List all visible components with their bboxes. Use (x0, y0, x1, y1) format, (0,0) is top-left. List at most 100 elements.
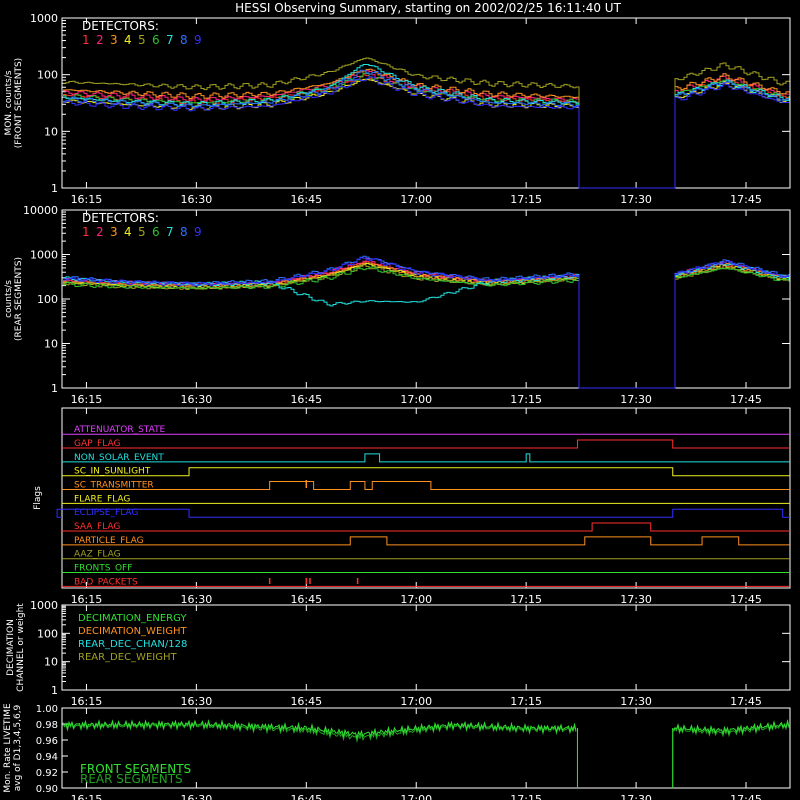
legend-item-7: 7 (166, 225, 174, 239)
legend-item-1: 1 (82, 33, 90, 47)
legend-item-1: 1 (82, 225, 90, 239)
x-tick-label: 17:30 (620, 793, 652, 800)
y-tick-label: 1 (51, 684, 58, 697)
decimation-legend-item: DECIMATION_ENERGY (78, 613, 187, 624)
front-panel-series-7 (63, 64, 790, 189)
x-tick-label: 17:15 (510, 393, 542, 406)
x-tick-label: 16:45 (290, 793, 322, 800)
y-axis-label: avg of D1,3,4,5,6,9 (13, 704, 23, 791)
flag-line (62, 453, 790, 463)
x-tick-label: 17:15 (510, 193, 542, 206)
x-tick-label: 17:30 (620, 393, 652, 406)
x-tick-label: 16:45 (290, 593, 322, 606)
legend-item-6: 6 (152, 225, 160, 239)
legend-title: DETECTORS: (82, 19, 159, 33)
x-tick-label: 17:00 (400, 393, 432, 406)
livetime-tick-label: 0.98 (36, 720, 58, 731)
y-tick-label: 100 (37, 69, 58, 82)
legend-item-5: 5 (138, 225, 146, 239)
rear-panel-series-1 (63, 261, 790, 389)
flag-line (62, 536, 790, 546)
x-tick-label: 17:15 (510, 695, 542, 708)
decimation-ylabel: DECIMATION CHANNEL or weight (6, 603, 26, 692)
legend-item-3: 3 (110, 33, 118, 47)
front-panel-series-5 (63, 57, 790, 189)
plot-layer: 16:15 16:30 16:45 17:00 17:15 17:30 17:4511010… (3, 12, 791, 800)
rear-panel-ylabel: counts/s (REAR SEGMENTS) (4, 257, 24, 341)
x-tick-label: 17:00 (400, 593, 432, 606)
flag-label: PARTICLE_FLAG (74, 536, 144, 546)
livetime-legend-item: REAR SEGMENTS (80, 772, 183, 786)
decimation-legend-item: REAR_DEC_CHAN/128 (78, 639, 187, 650)
y-tick-label: 10000 (23, 204, 58, 217)
x-tick-label: 16:45 (290, 393, 322, 406)
y-tick-label: 10 (44, 125, 58, 138)
y-axis-label: Flags (33, 486, 43, 510)
legend-item-5: 5 (138, 33, 146, 47)
y-tick-label: 1000 (30, 12, 58, 25)
x-tick-label: 17:30 (620, 593, 652, 606)
x-tick-label: 16:30 (181, 695, 213, 708)
y-axis-label: DECIMATION (6, 619, 16, 676)
x-tick-label: 17:45 (730, 393, 762, 406)
legend-title: DETECTORS: (82, 211, 159, 225)
x-tick-label: 17:30 (620, 695, 652, 708)
y-axis-label: CHANNEL or weight (16, 603, 26, 692)
flag-line (62, 522, 790, 532)
x-tick-label: 17:45 (730, 695, 762, 708)
y-tick-label: 10 (44, 338, 58, 351)
y-tick-label: 1000 (30, 249, 58, 262)
x-tick-label: 16:15 (71, 593, 103, 606)
x-tick-label: 17:00 (400, 193, 432, 206)
legend-item-9: 9 (194, 225, 202, 239)
livetime-tick-label: 0.94 (36, 752, 58, 763)
x-tick-label: 16:15 (71, 695, 103, 708)
flag-label: FRONTS_OFF (74, 564, 132, 574)
x-tick-label: 17:45 (730, 193, 762, 206)
x-tick-label: 17:15 (510, 593, 542, 606)
livetime-tick-label: 0.96 (36, 736, 58, 747)
livetime-ylabel: Mon. Rate LIVETIME avg of D1,3,4,5,6,9 (3, 703, 23, 793)
legend-item-2: 2 (96, 225, 104, 239)
x-tick-label: 16:15 (71, 393, 103, 406)
x-tick-label: 16:30 (181, 193, 213, 206)
flags-ylabel: Flags (33, 486, 43, 510)
y-tick-label: 10 (44, 656, 58, 669)
x-tick-label: 17:45 (730, 593, 762, 606)
legend-item-9: 9 (194, 33, 202, 47)
legend-item-3: 3 (110, 225, 118, 239)
flag-line (56, 508, 790, 518)
flag-label: AAZ_FLAG (74, 550, 121, 560)
legend-item-4: 4 (124, 33, 132, 47)
x-tick-label: 16:30 (181, 393, 213, 406)
flag-label: NON_SOLAR_EVENT (74, 453, 164, 463)
legend-item-8: 8 (180, 225, 188, 239)
y-tick-label: 100 (37, 293, 58, 306)
y-tick-label: 1 (51, 382, 58, 395)
front-panel-ylabel: MON. counts/s (FRONT SEGMENTS) (4, 58, 24, 148)
hessi-summary-plot: HESSI Observing Summary, starting on 200… (3, 1, 791, 800)
legend-item-8: 8 (180, 33, 188, 47)
legend-item-2: 2 (96, 33, 104, 47)
flag-line (62, 467, 790, 477)
plot-title: HESSI Observing Summary, starting on 200… (235, 1, 621, 15)
flag-line (62, 439, 790, 449)
x-tick-label: 17:45 (730, 793, 762, 800)
y-axis-label: MON. counts/s (4, 70, 14, 135)
legend-item-4: 4 (124, 225, 132, 239)
legend-item-6: 6 (152, 33, 160, 47)
flag-label: FLARE_FLAG (74, 494, 130, 504)
y-axis-label: (REAR SEGMENTS) (14, 257, 24, 341)
y-axis-label: counts/s (4, 280, 14, 318)
livetime-tick-label: 0.92 (36, 768, 58, 779)
decimation-legend-item: DECIMATION_WEIGHT (78, 626, 187, 637)
x-tick-label: 16:15 (71, 793, 103, 800)
flag-line (62, 481, 790, 491)
flag-label: GAP_FLAG (74, 439, 120, 449)
flag-label: SC_IN_SUNLIGHT (74, 467, 151, 477)
y-tick-label: 1 (51, 182, 58, 195)
flag-label: SAA_FLAG (74, 522, 120, 532)
x-tick-label: 16:45 (290, 695, 322, 708)
flag-label: ECLIPSE_FLAG (74, 508, 138, 518)
flag-label: ATTENUATOR_STATE (74, 425, 166, 435)
